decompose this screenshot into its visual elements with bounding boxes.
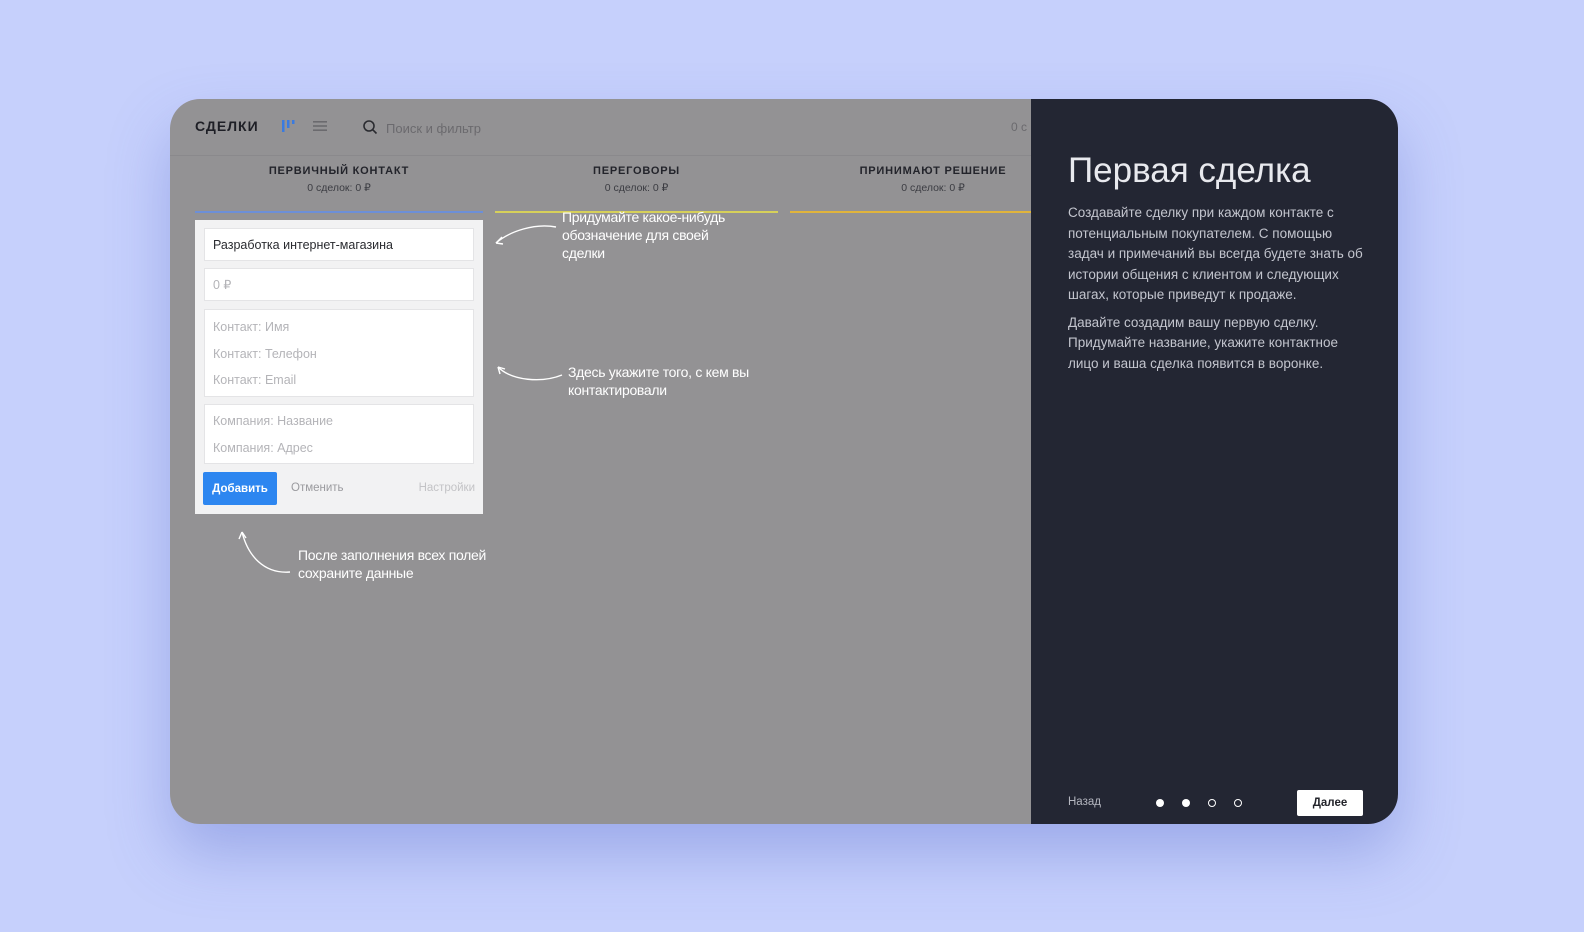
kanban-view-icon[interactable] [279, 117, 297, 135]
search-bar [360, 116, 660, 140]
settings-link[interactable]: Настройки [419, 482, 475, 494]
app-window: СДЕЛКИ Поиск и фильтр 0 с ПЕРВИЧНЫЙ КОНТ… [170, 99, 1398, 824]
step-dot-inactive [1208, 799, 1216, 807]
contact-fields-group [204, 309, 474, 397]
list-view-icon[interactable] [311, 117, 329, 135]
deals-board: СДЕЛКИ Поиск и фильтр 0 с ПЕРВИЧНЫЙ КОНТ… [170, 99, 1076, 824]
deal-price-input[interactable] [205, 269, 473, 300]
onboarding-description: Создавайте сделку при каждом контакте с … [1068, 203, 1368, 381]
next-button[interactable]: Далее [1297, 790, 1363, 816]
company-name-input[interactable] [205, 407, 473, 435]
deal-name-field [204, 228, 474, 261]
hint-contact: Здесь укажите того, с кем вы контактиров… [568, 364, 749, 398]
onboarding-paragraph: Создавайте сделку при каждом контакте с … [1068, 205, 1363, 302]
onboarding-title: Первая сделка [1068, 151, 1311, 190]
add-deal-button[interactable]: Добавить [203, 472, 277, 505]
page-title: СДЕЛКИ [195, 118, 259, 134]
stage-color-line [195, 211, 483, 213]
company-address-input[interactable] [205, 434, 473, 462]
hint-deal-name: Придумайте какое-нибудь обозначение для … [562, 209, 725, 261]
hint-save: После заполнения всех полей сохраните да… [298, 547, 487, 581]
contact-phone-input[interactable] [205, 340, 473, 367]
deal-name-input[interactable] [205, 229, 473, 260]
step-dot-active [1182, 799, 1190, 807]
contact-email-input[interactable] [205, 367, 473, 394]
step-dot-inactive [1234, 799, 1242, 807]
search-input[interactable] [384, 116, 648, 140]
stage-summary: 0 сделок: 0 ₽ [307, 182, 371, 194]
cancel-button[interactable]: Отменить [291, 482, 344, 494]
onboarding-paragraph: Давайте создадим вашу первую сделку. При… [1068, 314, 1338, 371]
step-dot-active [1156, 799, 1164, 807]
hint-arrow-icon [497, 366, 563, 381]
search-icon [362, 119, 378, 135]
contact-name-input[interactable] [205, 314, 473, 341]
onboarding-panel: Первая сделка Создавайте сделку при кажд… [1031, 99, 1398, 824]
deals-summary-truncated: 0 с [1011, 120, 1028, 134]
stage-title: ПЕРЕГОВОРЫ [593, 165, 680, 177]
stage-summary: 0 сделок: 0 ₽ [604, 182, 669, 194]
company-fields-group [204, 404, 474, 464]
stage-column-negotiations: ПЕРЕГОВОРЫ 0 сделок: 0 ₽ [495, 165, 778, 213]
stage-title: ПЕРВИЧНЫЙ КОНТАКТ [268, 165, 410, 177]
hint-arrow-icon [238, 531, 291, 573]
stage-column-primary-contact: ПЕРВИЧНЫЙ КОНТАКТ 0 сделок: 0 ₽ [195, 165, 483, 213]
back-button[interactable]: Назад [1068, 796, 1101, 808]
top-bar: СДЕЛКИ Поиск и фильтр 0 с [170, 99, 1031, 156]
hint-arrow-icon [495, 225, 557, 245]
deal-price-field [204, 268, 474, 301]
new-deal-form: Добавить Отменить Настройки [195, 220, 483, 514]
